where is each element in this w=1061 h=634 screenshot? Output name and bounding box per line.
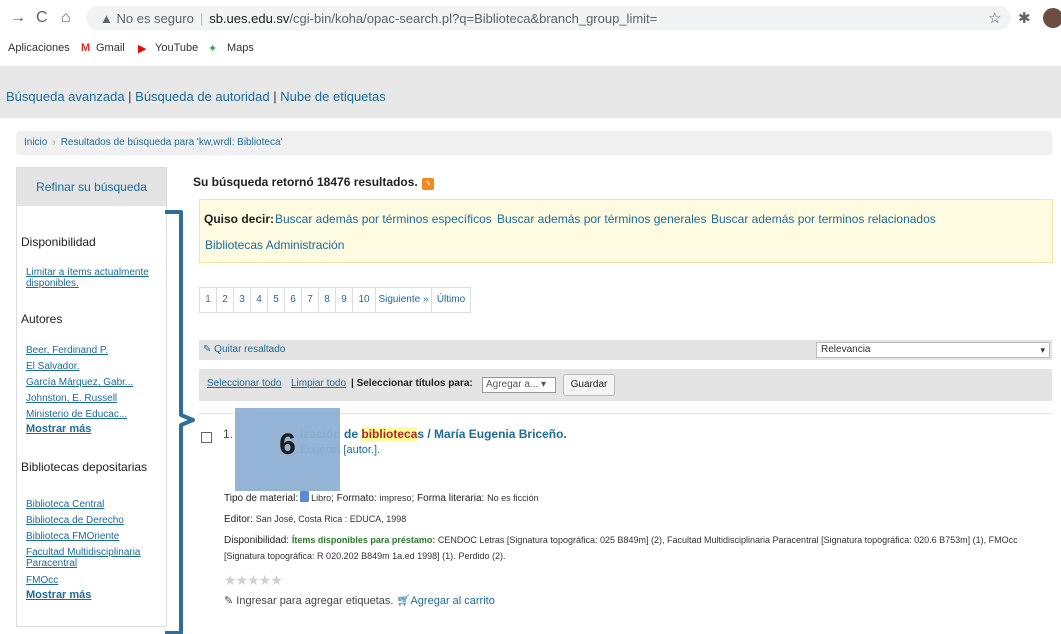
annotation-box: 6 xyxy=(235,408,340,491)
did-you-mean-box: Quiso decir: Buscar además por términos … xyxy=(199,199,1053,263)
maps-icon: ✦ xyxy=(208,43,218,55)
facet-library-item[interactable]: Facultad Multidisciplinaria xyxy=(26,547,141,558)
refine-title[interactable]: Refinar su búsqueda xyxy=(17,180,166,194)
page-link[interactable]: 7 xyxy=(301,287,319,313)
extensions-icon[interactable]: ✱ xyxy=(1018,9,1031,27)
page-link[interactable]: 10 xyxy=(352,287,376,313)
bookmark-apps[interactable]: Aplicaciones xyxy=(8,42,70,54)
facet-available-link[interactable]: Limitar a ítems actualmente xyxy=(26,267,149,278)
bookmark-youtube[interactable]: YouTube xyxy=(155,42,198,54)
facet-available-link-2[interactable]: disponibles. xyxy=(26,278,79,289)
reload-icon[interactable]: C xyxy=(36,9,48,27)
sort-select[interactable]: Relevancia ▾ xyxy=(816,342,1050,358)
add-to-cart-link[interactable]: Agregar al carrito xyxy=(410,595,494,607)
facet-author-item[interactable]: García Márquez, Gabr... xyxy=(26,377,133,388)
last-page-link[interactable]: Último xyxy=(431,287,471,313)
facet-authors-head: Autores xyxy=(21,312,63,326)
suggestion-link[interactable]: Buscar además por términos generales xyxy=(497,212,706,226)
remove-highlight-link[interactable]: ✎ Quitar resaltado xyxy=(203,344,285,355)
page-link[interactable]: 5 xyxy=(267,287,285,313)
star-icon[interactable]: ☆ xyxy=(988,9,1001,27)
facet-library-item[interactable]: Biblioteca FMOriente xyxy=(26,531,119,542)
page-link[interactable]: 1 xyxy=(199,287,217,313)
bookmark-gmail[interactable]: Gmail xyxy=(96,42,125,54)
select-titles-label: | Seleccionar títulos para: xyxy=(351,378,473,389)
page-link[interactable]: 4 xyxy=(250,287,268,313)
facet-availability-head: Disponibilidad xyxy=(21,235,96,249)
page-link[interactable]: 9 xyxy=(335,287,353,313)
warning-icon: ▲ xyxy=(100,11,117,26)
availability-line: Disponibilidad: Ítems disponibles para p… xyxy=(224,535,1018,546)
availability-line-2: [Signatura topográfica: R 020.202 B849m … xyxy=(224,551,506,561)
pen-icon: ✎ xyxy=(203,344,215,355)
chevron-down-icon: ▾ xyxy=(541,379,547,390)
facet-library-item[interactable]: Biblioteca de Derecho xyxy=(26,515,124,526)
page-link[interactable]: 3 xyxy=(233,287,251,313)
next-page-link[interactable]: Siguiente » xyxy=(375,287,432,313)
facet-library-item[interactable]: Paracentral xyxy=(26,558,77,569)
material-line: Tipo de material: Libro; Formato: impreso… xyxy=(224,491,539,504)
tag-line: ✎ Ingresar para agregar etiquetas. 🛒︎Agr… xyxy=(224,594,495,607)
cart-icon: 🛒︎ xyxy=(396,595,411,607)
facet-library-item[interactable]: FMOcc xyxy=(26,575,58,586)
top-nav-links: Búsqueda avanzada | Búsqueda de autorida… xyxy=(6,89,386,104)
advanced-search-link[interactable]: Búsqueda avanzada xyxy=(6,89,125,104)
opac-top-nav: Búsqueda avanzada | Búsqueda de autorida… xyxy=(0,66,1061,118)
facet-library-item[interactable]: Biblioteca Central xyxy=(26,499,104,510)
annotation-number: 6 xyxy=(279,428,296,461)
forward-icon[interactable]: → xyxy=(10,9,26,27)
result-count: Su búsqueda retornó 18476 resultados. ◝ xyxy=(193,175,434,190)
url-text: ▲ No es seguro | sb.ues.edu.sv/cgi-bin/koh… xyxy=(100,11,658,26)
bookmarks-bar: Aplicaciones M Gmail ▶ YouTube ✦ Maps xyxy=(0,38,1061,60)
facet-libraries-head: Bibliotecas depositarias xyxy=(21,460,148,474)
breadcrumb-arrow-icon: › xyxy=(52,137,56,148)
suggestion-link[interactable]: Buscar además por términos específicos xyxy=(275,212,492,226)
refine-header: Refinar su búsqueda xyxy=(17,168,166,206)
breadcrumb: Inicio › Resultados de búsqueda para 'kw,w… xyxy=(16,131,1052,155)
did-you-mean-label: Quiso decir: xyxy=(204,212,275,226)
facet-author-item[interactable]: Beer, Ferdinand P. xyxy=(26,345,108,356)
authors-show-more-link[interactable]: Mostrar más xyxy=(26,423,91,435)
add-to-select[interactable]: Agregar a... ▾ xyxy=(482,377,556,393)
page-link[interactable]: 6 xyxy=(284,287,302,313)
authority-search-link[interactable]: Búsqueda de autoridad xyxy=(135,89,269,104)
facet-author-item[interactable]: Ministerio de Educac... xyxy=(26,409,127,420)
page-link[interactable]: 2 xyxy=(216,287,234,313)
refine-sidebar: Refinar su búsqueda Disponibilidad Limit… xyxy=(16,167,167,627)
avatar[interactable] xyxy=(1043,8,1061,28)
suggestion-link[interactable]: Buscar además por terminos relacionados xyxy=(711,212,936,226)
youtube-icon: ▶ xyxy=(138,43,147,55)
selection-toolbar: Seleccionar todo Limpiar todo | Seleccio… xyxy=(199,369,1052,401)
page-link[interactable]: 8 xyxy=(318,287,336,313)
breadcrumb-current[interactable]: Resultados de búsqueda para 'kw,wrdl: Bi… xyxy=(61,137,283,148)
bookmark-maps[interactable]: Maps xyxy=(227,42,254,54)
tag-cloud-link[interactable]: Nube de etiquetas xyxy=(280,89,386,104)
save-button[interactable]: Guardar xyxy=(563,374,615,396)
facet-author-item[interactable]: El Salvador. xyxy=(26,361,79,372)
chevron-down-icon: ▾ xyxy=(1040,345,1045,355)
rss-icon[interactable]: ◝ xyxy=(421,178,434,190)
select-all-link[interactable]: Seleccionar todo xyxy=(207,378,282,389)
add-tags-link[interactable]: Ingresar para agregar etiquetas. xyxy=(236,595,393,607)
result-number: 1. xyxy=(223,427,234,441)
breadcrumb-home[interactable]: Inicio xyxy=(24,137,47,148)
suggestion-link[interactable]: Bibliotecas Administración xyxy=(205,238,344,252)
clear-all-link[interactable]: Limpiar todo xyxy=(291,378,346,389)
publisher-line: Editor: San José, Costa Rica : EDUCA, 19… xyxy=(224,514,407,525)
rating-stars[interactable]: ★★★★★ xyxy=(224,572,283,589)
libraries-show-more-link[interactable]: Mostrar más xyxy=(26,589,91,601)
browser-toolbar: → C ⌂ ▲ No es seguro | sb.ues.edu.sv/cgi-b… xyxy=(0,0,1061,36)
facet-author-item[interactable]: Johnston, E. Russell xyxy=(26,393,117,404)
book-icon xyxy=(300,491,310,502)
result-title-link[interactable]: ización de bibliotecas / María Eugenia B… xyxy=(300,427,567,441)
annotation-bracket xyxy=(165,210,195,634)
tag-icon: ✎ xyxy=(224,595,237,607)
home-icon[interactable]: ⌂ xyxy=(61,9,71,27)
result-checkbox[interactable] xyxy=(201,432,212,443)
highlight-bar: ✎ Quitar resaltado Relevancia ▾ xyxy=(199,340,1052,360)
gmail-icon: M xyxy=(81,42,91,54)
